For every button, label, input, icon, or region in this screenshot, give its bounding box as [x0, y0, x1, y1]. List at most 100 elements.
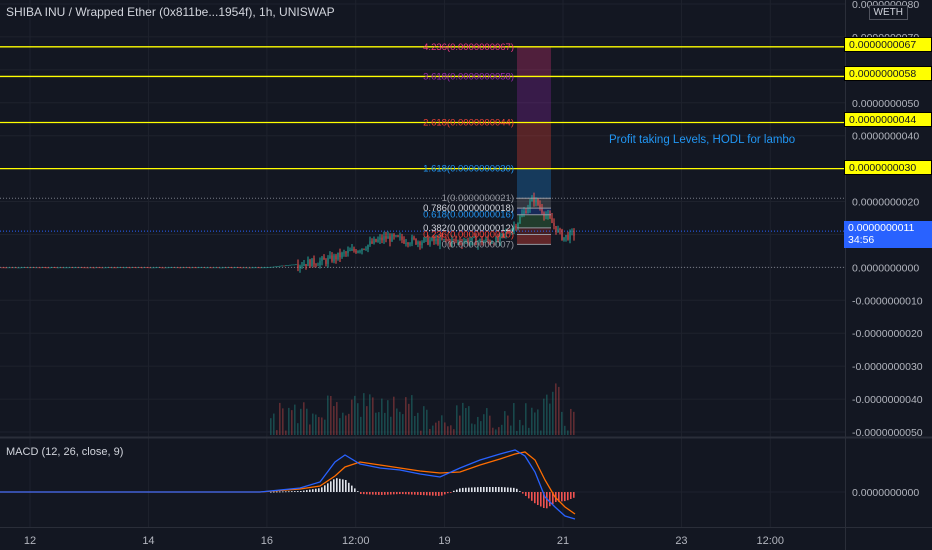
candle-body [227, 267, 229, 269]
candle-body [57, 267, 59, 269]
volume-bar [342, 412, 344, 435]
volume-bar [486, 408, 488, 435]
macd-histogram-bar [474, 487, 476, 492]
candle-body [417, 241, 419, 245]
candle-body [139, 267, 141, 269]
macd-histogram-bar [528, 492, 530, 499]
volume-bar [288, 407, 290, 435]
volume-bar [312, 413, 314, 435]
candle-body [107, 267, 109, 269]
macd-histogram-bar [465, 487, 467, 492]
candle-body [561, 229, 563, 240]
macd-histogram-bar [345, 480, 347, 492]
macd-histogram-bar [540, 492, 542, 507]
macd-histogram-bar [279, 491, 281, 493]
candle-body [267, 267, 269, 268]
candle-body [29, 267, 31, 269]
candle-body [9, 267, 11, 269]
fib-label: 1.618(0.0000000030) [423, 164, 514, 175]
candle-body [275, 266, 277, 268]
candle-body [389, 236, 391, 242]
volume-bar [447, 426, 449, 435]
candle-body [517, 223, 519, 229]
macd-histogram-bar [471, 487, 473, 492]
macd-histogram-bar [330, 481, 332, 492]
candle-body [269, 266, 271, 268]
macd-indicator-title[interactable]: MACD (12, 26, close, 9) [6, 446, 123, 458]
candle-body [333, 255, 335, 262]
volume-bar [402, 414, 404, 435]
fib-label: 0.618(0.0000000016) [423, 210, 514, 221]
candle-body [103, 267, 105, 269]
candle-body [409, 243, 411, 245]
candle-body [229, 267, 231, 269]
candle-body [249, 267, 251, 269]
candle-body [41, 267, 43, 269]
macd-histogram-bar [519, 491, 521, 492]
candle-body [553, 223, 555, 227]
candle-body [195, 267, 197, 269]
candle-body [573, 231, 575, 236]
volume-bar [546, 394, 548, 435]
volume-bar [513, 403, 515, 435]
candle-body [399, 236, 401, 238]
candle-body [325, 259, 327, 264]
candle-body [21, 267, 23, 269]
candle-body [401, 236, 403, 240]
macd-histogram-bar [357, 491, 359, 492]
chart-canvas[interactable]: 4.236(0.0000000067) 3.618(0.0000000058) 2.… [0, 0, 932, 550]
volume-bar [414, 415, 416, 435]
macd-histogram-bar [513, 487, 515, 492]
volume-bar [435, 422, 437, 435]
candle-body [515, 225, 517, 229]
candle-body [223, 267, 225, 269]
macd-histogram-bar [282, 491, 284, 493]
macd-histogram-bar [480, 487, 482, 492]
candle-body [211, 267, 213, 269]
macd-histogram-bar [393, 492, 395, 495]
candle-body [81, 267, 83, 269]
candle-body [343, 252, 345, 254]
volume-bar [303, 402, 305, 435]
volume-bar [441, 415, 443, 435]
macd-pane[interactable] [0, 449, 576, 520]
candle-body [563, 237, 565, 240]
macd-tick-label: 0.0000000000 [852, 487, 919, 499]
macd-histogram-bar [459, 488, 461, 492]
candle-body [263, 267, 265, 269]
price-tick-label: 0.0000000050 [852, 98, 919, 110]
candle-body [403, 239, 405, 244]
candle-body [51, 267, 53, 269]
time-tick-label: 12:00 [757, 535, 785, 547]
candle-body [197, 267, 199, 269]
candle-body [177, 267, 179, 269]
candle-body [355, 250, 357, 253]
candle-body [235, 267, 237, 269]
volume-bar [474, 424, 476, 435]
volume-bar [387, 400, 389, 435]
candle-body [165, 267, 167, 269]
time-tick-label: 16 [261, 535, 273, 547]
candle-body [171, 267, 173, 269]
level-price-label: 0.0000000067 [844, 37, 932, 52]
volume-bar [405, 397, 407, 435]
volume-bar [336, 402, 338, 435]
candle-body [567, 235, 569, 240]
candle-body [119, 267, 121, 269]
candle-body [413, 237, 415, 239]
volume-bar [426, 409, 428, 435]
candle-body [185, 267, 187, 269]
symbol-title[interactable]: SHIBA INU / Wrapped Ether (0x811be...195… [6, 5, 335, 19]
candle-body [545, 215, 547, 217]
candle-body [169, 267, 171, 269]
candle-body [173, 267, 175, 269]
price-tick-label: 0.0000000000 [852, 262, 919, 274]
volume-bar [531, 407, 533, 435]
candle-body [33, 267, 35, 269]
candle-body [201, 267, 203, 269]
candle-body [397, 235, 399, 237]
candle-body [199, 267, 201, 269]
candle-body [189, 267, 191, 269]
fib-label: 2.618(0.0000000044) [423, 118, 514, 129]
volume-bar [483, 414, 485, 435]
